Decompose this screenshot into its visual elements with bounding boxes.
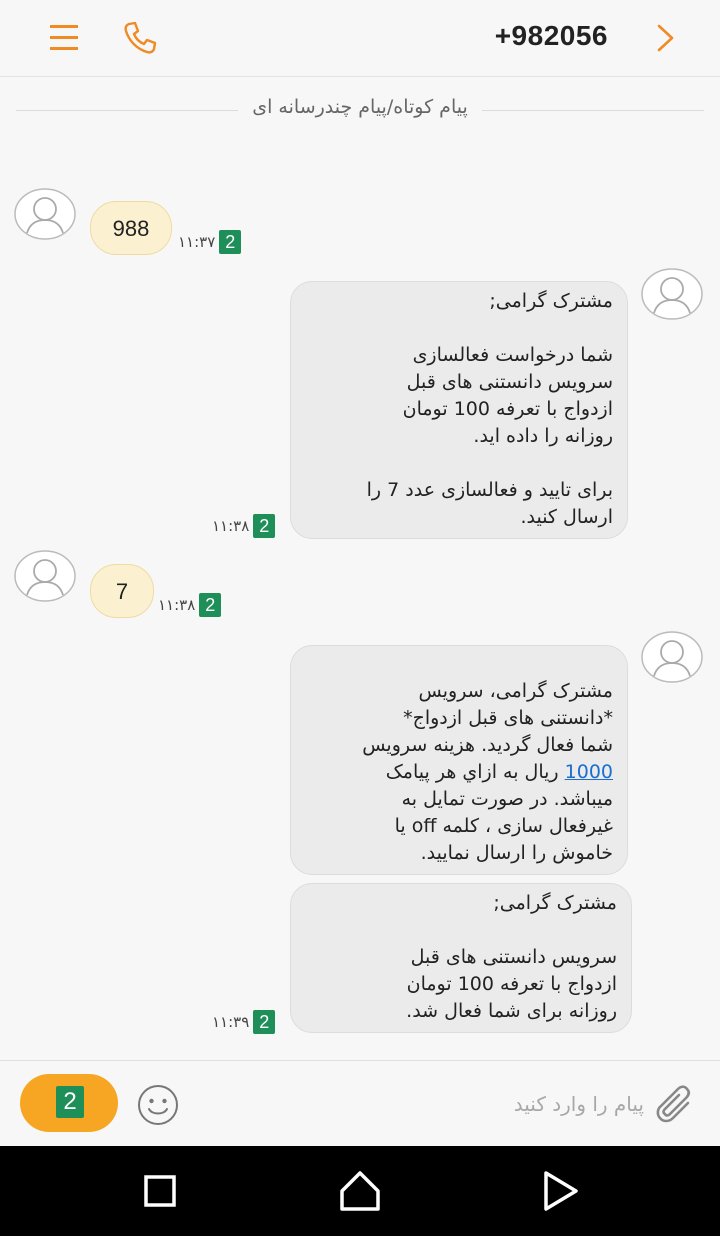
- thread-type-divider: پیام کوتاه/پیام چندرسانه ای: [0, 96, 720, 118]
- home-icon[interactable]: [336, 1167, 384, 1215]
- message-text: مشترک گرامی، سرویس *دانستنی های قبل ازدو…: [362, 680, 613, 756]
- back-play-icon[interactable]: [536, 1167, 584, 1215]
- message-time: ۱۱:۳۹: [212, 1013, 250, 1031]
- contact-avatar-icon: [641, 631, 703, 683]
- sender-avatar-icon: [14, 550, 76, 602]
- chevron-right-icon[interactable]: [646, 18, 686, 58]
- phone-icon[interactable]: [120, 18, 160, 58]
- sim-2-badge-icon: 2: [253, 514, 276, 538]
- thread-type-label: پیام کوتاه/پیام چندرسانه ای: [238, 96, 482, 118]
- incoming-message-bubble[interactable]: مشترک گرامی; شما درخواست فعالسازی سرویس …: [290, 281, 628, 539]
- message-composer: 2: [0, 1060, 720, 1147]
- message-time: ۱۱:۳۷: [178, 233, 216, 251]
- paperclip-attach-icon[interactable]: [652, 1081, 698, 1127]
- message-meta: ۱۱:۳۷ 2: [178, 230, 242, 254]
- number-link[interactable]: 1000: [565, 761, 613, 783]
- recent-apps-icon[interactable]: [136, 1167, 184, 1215]
- message-meta: ۱۱:۳۸ 2: [212, 514, 276, 538]
- sim-2-send-icon: 2: [56, 1086, 84, 1118]
- incoming-message-bubble[interactable]: مشترک گرامی; سرویس دانستنی های قبل ازدوا…: [290, 883, 632, 1033]
- send-button[interactable]: 2: [20, 1074, 118, 1132]
- sim-2-badge-icon: 2: [199, 593, 222, 617]
- sim-2-badge-icon: 2: [219, 230, 242, 254]
- message-meta: ۱۱:۳۹ 2: [212, 1010, 276, 1034]
- hamburger-menu-icon[interactable]: [44, 18, 84, 58]
- message-time: ۱۱:۳۸: [158, 596, 196, 614]
- outgoing-message-bubble[interactable]: 7: [90, 564, 154, 618]
- sender-avatar-icon: [14, 188, 76, 240]
- emoji-icon[interactable]: [136, 1083, 180, 1127]
- incoming-message-bubble[interactable]: مشترک گرامی، سرویس *دانستنی های قبل ازدو…: [290, 645, 628, 875]
- message-time: ۱۱:۳۸: [212, 517, 250, 535]
- app-header: +982056: [0, 0, 720, 77]
- sim-2-badge-icon: 2: [253, 1010, 276, 1034]
- contact-number-title: +982056: [494, 20, 608, 51]
- outgoing-message-bubble[interactable]: 988: [90, 201, 172, 255]
- contact-avatar-icon: [641, 268, 703, 320]
- message-meta: ۱۱:۳۸ 2: [158, 593, 222, 617]
- system-navigation-bar: [0, 1146, 720, 1236]
- message-input[interactable]: [200, 1079, 646, 1129]
